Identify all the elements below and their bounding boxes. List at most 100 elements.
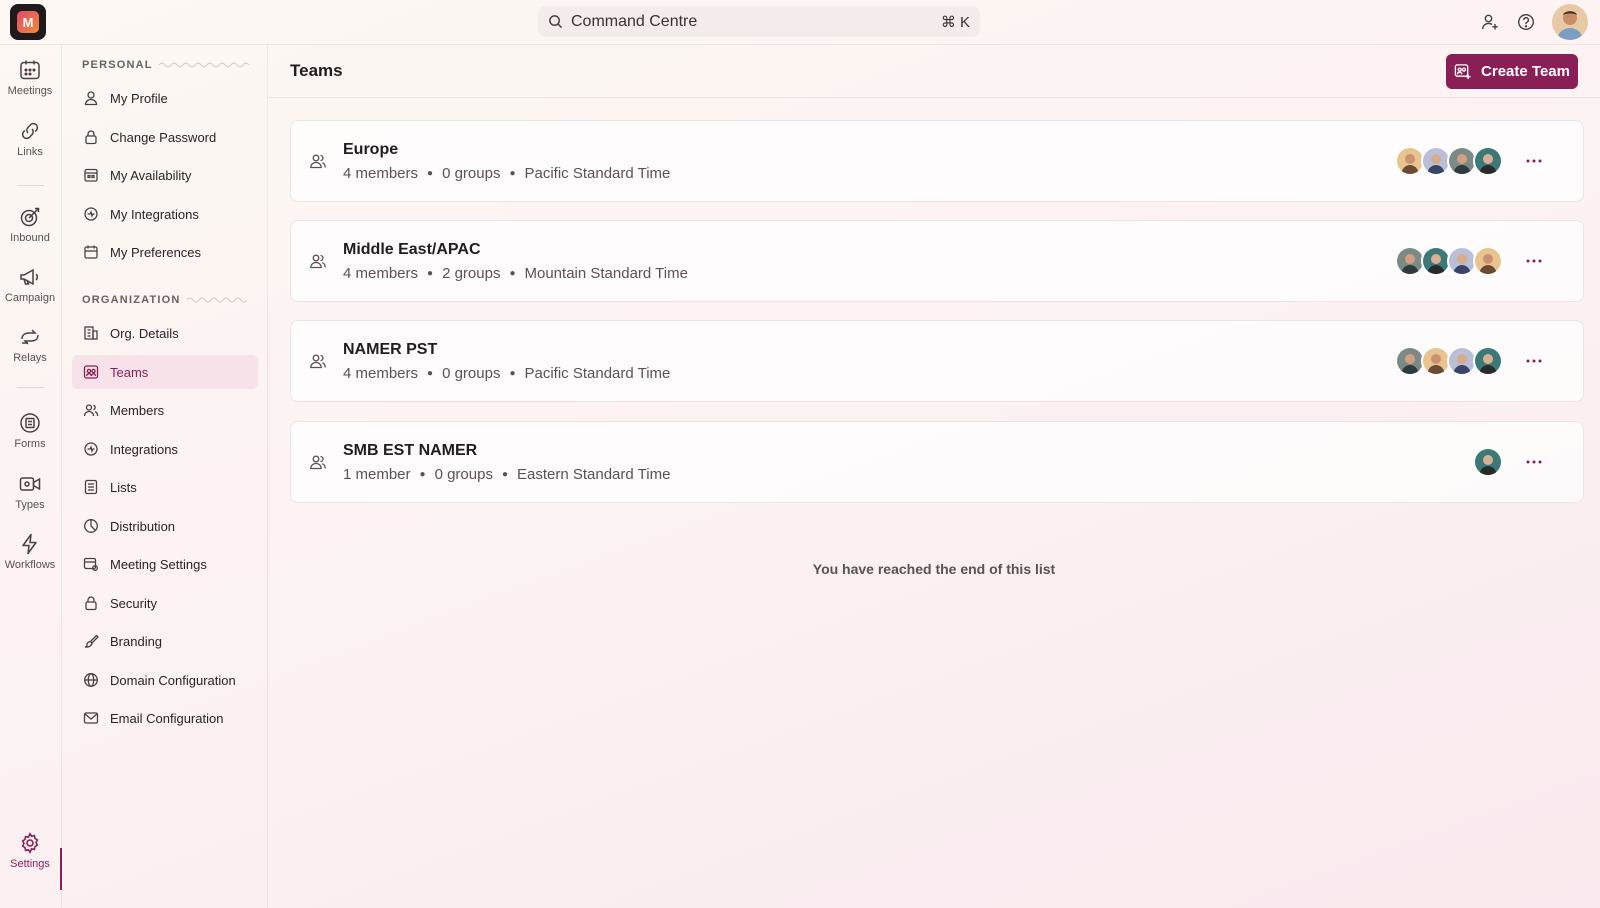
help-icon[interactable] — [1517, 13, 1535, 31]
team-members-icon — [310, 455, 326, 470]
team-avatar-stack — [1395, 246, 1503, 276]
ellipsis-icon — [1526, 359, 1542, 363]
sidebar-item-meeting-settings[interactable]: Meeting Settings — [72, 547, 258, 581]
sidebar-item-security[interactable]: Security — [72, 586, 258, 620]
team-name: SMB EST NAMER — [343, 442, 478, 459]
team-members-icon — [310, 254, 326, 269]
section-heading-text: ORGANIZATION — [82, 294, 181, 306]
rail-item-campaign[interactable]: Campaign — [0, 265, 60, 315]
rail-item-links[interactable]: Links — [0, 119, 60, 169]
app-logo[interactable]: M — [10, 4, 46, 40]
rail-item-meetings[interactable]: Meetings — [0, 58, 60, 108]
sidebar-item-lists[interactable]: Lists — [72, 470, 258, 504]
ellipsis-icon — [1526, 159, 1542, 163]
globe-icon — [84, 673, 98, 687]
team-card-namer-pst[interactable]: NAMER PST 4 members ● 0 groups ● Pacific… — [290, 320, 1584, 402]
calendar-icon — [20, 60, 40, 80]
team-icon — [83, 365, 99, 379]
user-avatar[interactable] — [1552, 4, 1588, 40]
team-add-icon — [1454, 64, 1471, 80]
separator-dot: ● — [509, 168, 516, 179]
sidebar-item-label: Change Password — [110, 129, 217, 145]
team-avatar-stack — [1395, 146, 1503, 176]
sidebar-item-label: Security — [110, 595, 157, 611]
rail-item-settings[interactable]: Settings — [0, 831, 60, 881]
video-icon — [19, 477, 41, 491]
team-timezone: Mountain Standard Time — [524, 265, 688, 282]
calendar-grid-icon — [84, 168, 98, 182]
team-timezone: Eastern Standard Time — [517, 466, 671, 483]
sidebar-item-integrations[interactable]: Integrations — [72, 432, 258, 466]
team-meta: 4 members ● 0 groups ● Pacific Standard … — [343, 165, 670, 182]
separator-dot: ● — [419, 469, 426, 480]
sidebar-item-label: Teams — [110, 364, 149, 380]
logo-mark: M — [17, 11, 39, 33]
rail-item-relays[interactable]: Relays — [0, 325, 60, 375]
meeting-settings-icon — [83, 557, 98, 571]
members-icon — [83, 404, 99, 417]
section-heading-text: PERSONAL — [82, 59, 153, 71]
create-team-button[interactable]: Create Team — [1446, 54, 1578, 89]
brush-icon — [84, 634, 99, 648]
team-card-europe[interactable]: Europe 4 members ● 0 groups ● Pacific St… — [290, 120, 1584, 202]
settings-sidebar: PERSONAL My Profile Change Password My A… — [62, 45, 268, 908]
avatar — [1473, 447, 1503, 477]
sidebar-item-label: Members — [110, 402, 165, 418]
gear-icon — [21, 832, 39, 854]
team-meta: 4 members ● 2 groups ● Mountain Standard… — [343, 265, 688, 282]
ellipsis-icon — [1526, 460, 1542, 464]
rail-label: Campaign — [4, 292, 56, 304]
sidebar-item-email-configuration[interactable]: Email Configuration — [72, 701, 258, 735]
page-title: Teams — [290, 61, 343, 80]
team-timezone: Pacific Standard Time — [524, 165, 671, 182]
sidebar-item-my-integrations[interactable]: My Integrations — [72, 197, 258, 231]
sidebar-item-label: Lists — [110, 479, 137, 495]
add-user-icon[interactable] — [1481, 13, 1499, 31]
team-card-smb-est-namer[interactable]: SMB EST NAMER 1 member ● 0 groups ● East… — [290, 421, 1584, 503]
more-options-button[interactable] — [1523, 351, 1545, 371]
team-name: Middle East/APAC — [343, 241, 481, 258]
sidebar-item-domain-configuration[interactable]: Domain Configuration — [72, 663, 258, 697]
rail-item-inbound[interactable]: Inbound — [0, 205, 60, 255]
search-icon — [549, 15, 563, 29]
rail-item-types[interactable]: Types — [0, 472, 60, 522]
team-members-count: 4 members — [343, 165, 419, 182]
sidebar-item-label: Meeting Settings — [110, 556, 207, 572]
team-members-count: 4 members — [343, 265, 419, 282]
sidebar-item-my-profile[interactable]: My Profile — [72, 81, 258, 115]
sidebar-item-label: My Preferences — [110, 244, 202, 260]
team-card-middle-east-apac[interactable]: Middle East/APAC 4 members ● 2 groups ● … — [290, 220, 1584, 302]
sidebar-item-distribution[interactable]: Distribution — [72, 509, 258, 543]
form-icon — [20, 413, 40, 433]
more-options-button[interactable] — [1523, 452, 1545, 472]
rail-item-workflows[interactable]: Workflows — [0, 532, 60, 582]
rail-label: Meetings — [7, 85, 53, 97]
sidebar-item-branding[interactable]: Branding — [72, 624, 258, 658]
more-options-button[interactable] — [1523, 251, 1545, 271]
team-avatar-stack — [1473, 447, 1503, 477]
rail-item-forms[interactable]: Forms — [0, 411, 60, 461]
section-heading-personal: PERSONAL — [82, 58, 249, 72]
building-icon — [84, 326, 98, 340]
team-members-icon — [310, 354, 326, 369]
rail-label: Relays — [13, 352, 47, 364]
sidebar-item-label: My Integrations — [110, 206, 199, 222]
sidebar-item-label: Domain Configuration — [110, 672, 236, 688]
sidebar-item-members[interactable]: Members — [72, 393, 258, 427]
team-name: Europe — [343, 141, 399, 158]
create-team-label: Create Team — [1481, 63, 1570, 80]
app-rail: Meetings Links Inbound Campaign Relays F… — [0, 45, 62, 908]
team-meta: 1 member ● 0 groups ● Eastern Standard T… — [343, 466, 670, 483]
sidebar-item-label: Distribution — [110, 518, 176, 534]
sidebar-item-my-availability[interactable]: My Availability — [72, 158, 258, 192]
mail-icon — [83, 712, 99, 724]
team-meta: 4 members ● 0 groups ● Pacific Standard … — [343, 365, 670, 382]
command-centre-search[interactable]: Command Centre ⌘ K — [538, 6, 980, 37]
rail-divider — [17, 185, 44, 186]
sidebar-item-org-details[interactable]: Org. Details — [72, 316, 258, 350]
sidebar-item-label: My Profile — [110, 90, 168, 106]
sidebar-item-change-password[interactable]: Change Password — [72, 120, 258, 154]
sidebar-item-teams[interactable]: Teams — [72, 355, 258, 389]
more-options-button[interactable] — [1523, 151, 1545, 171]
sidebar-item-my-preferences[interactable]: My Preferences — [72, 235, 258, 269]
